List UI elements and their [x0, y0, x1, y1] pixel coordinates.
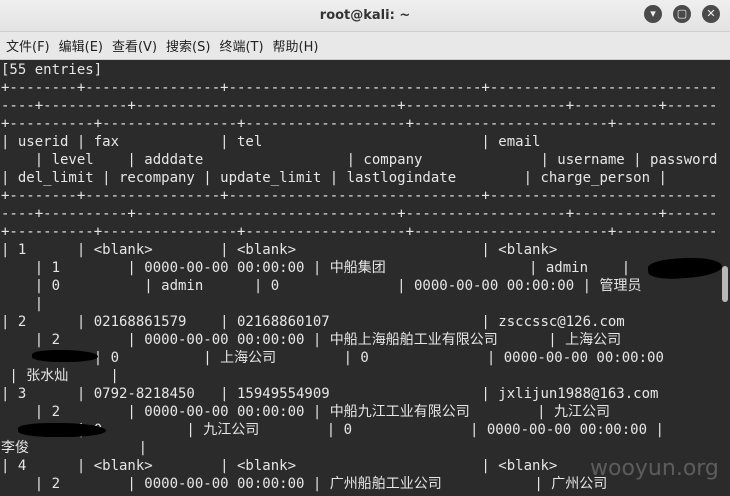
minimize-icon[interactable]: ▾: [644, 5, 662, 23]
terminal-line: ----+----------+------------------------…: [1, 206, 720, 222]
title-bar[interactable]: root@kali: ~ ▾ ▢ ✕: [0, 0, 730, 32]
terminal-line: +--------+----------------+-------------…: [1, 80, 720, 96]
menu-bar: 文件(F) 编辑(E) 查看(V) 搜索(S) 终端(T) 帮助(H): [0, 32, 730, 60]
terminal-line: | 0 | 上海公司 | 0 | 0000-00-00 00:00:00: [1, 350, 664, 366]
terminal-output[interactable]: [55 entries] +--------+----------------+…: [0, 61, 720, 496]
terminal-line: +----------+----------------+-----------…: [1, 224, 720, 240]
menu-terminal[interactable]: 终端(T): [217, 36, 269, 55]
menu-help[interactable]: 帮助(H): [271, 36, 325, 55]
terminal-line: ----+----------+------------------------…: [1, 98, 720, 114]
terminal-line: | 2 | 0000-00-00 00:00:00 | 中船上海船舶工业有限公司…: [1, 332, 622, 348]
terminal-line: | 1 | <blank> | <blank> | <blank>: [1, 242, 558, 258]
menu-file[interactable]: 文件(F): [4, 36, 56, 55]
terminal-line: | 2 | 0000-00-00 00:00:00 | 中船九江工业有限公司 |…: [1, 404, 611, 420]
menu-edit[interactable]: 编辑(E): [57, 36, 109, 55]
terminal-line: | 2 | 02168861579 | 02168860107 | zsccss…: [1, 314, 625, 330]
terminal-line: | 张水灿 |: [1, 368, 119, 384]
terminal-line: 李俊 |: [1, 440, 148, 456]
terminal-line: | level | adddate | company | username |…: [1, 152, 718, 168]
menu-search[interactable]: 搜索(S): [164, 36, 216, 55]
watermark: wooyun.org: [590, 456, 719, 481]
terminal-line: |: [1, 296, 44, 312]
terminal-line: | 2 | 0000-00-00 00:00:00 | 广州船舶工业公司 | 广…: [1, 476, 608, 492]
terminal-line: | 0 | admin | 0 | 0000-00-00 00:00:00 | …: [1, 278, 642, 294]
terminal-line: | 1 | 0000-00-00 00:00:00 | 中船集团 | admin…: [1, 260, 631, 276]
terminal-line: | 4 | <blank> | <blank> | <blank>: [1, 458, 558, 474]
terminal-line: [55 entries]: [1, 62, 103, 78]
terminal-window: root@kali: ~ ▾ ▢ ✕ 文件(F) 编辑(E) 查看(V) 搜索(…: [0, 0, 730, 496]
terminal-line: +----------+----------------+-----------…: [1, 116, 720, 132]
terminal-text: [55 entries] +--------+----------------+…: [0, 61, 720, 493]
window-title: root@kali: ~: [319, 8, 411, 23]
close-icon[interactable]: ✕: [702, 5, 720, 23]
scrollbar-thumb[interactable]: [722, 266, 728, 302]
terminal-line: | del_limit | recompany | update_limit |…: [1, 170, 667, 186]
terminal-line: | 3 | 0792-8218450 | 15949554909 | jxlij…: [1, 386, 659, 402]
maximize-icon[interactable]: ▢: [673, 5, 691, 23]
terminal-line: +--------+----------------+-------------…: [1, 188, 720, 204]
terminal-line: | userid | fax | tel | email: [1, 134, 541, 150]
menu-view[interactable]: 查看(V): [110, 36, 163, 55]
redaction-mark: [18, 423, 106, 437]
redaction-mark: [32, 350, 98, 362]
